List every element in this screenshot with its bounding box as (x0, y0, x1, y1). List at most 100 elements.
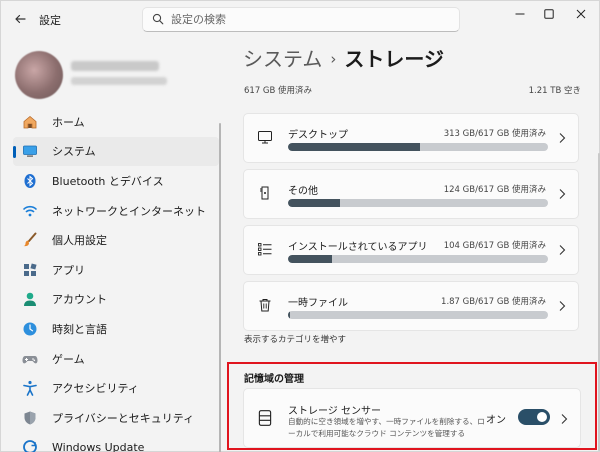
storage-category-list: デスクトップ 313 GB/617 GB 使用済み その他 124 GB/617… (243, 113, 579, 337)
chevron-right-icon (559, 301, 566, 311)
minimize-button[interactable] (507, 5, 533, 23)
search-icon (152, 13, 164, 25)
category-size: 124 GB/617 GB 使用済み (443, 185, 546, 195)
close-icon (576, 9, 586, 19)
category-size: 1.87 GB/617 GB 使用済み (441, 297, 546, 307)
chevron-right-icon (559, 189, 566, 199)
sidebar-item-accounts[interactable]: アカウント (13, 285, 219, 315)
sidebar-item-label: アプリ (52, 263, 85, 277)
time-language-icon (21, 320, 39, 338)
sidebar-item-bluetooth[interactable]: Bluetooth とデバイス (13, 166, 219, 196)
breadcrumb-separator: › (330, 50, 337, 68)
back-arrow-icon (15, 14, 26, 24)
search-box[interactable] (142, 7, 460, 32)
title-bar: 設定 (1, 1, 600, 37)
category-title: デスクトップ (288, 130, 348, 141)
chevron-right-icon (559, 245, 566, 255)
desktop-icon (256, 128, 274, 146)
sidebar-item-label: アカウント (52, 293, 107, 307)
user-profile[interactable] (13, 47, 223, 111)
back-button[interactable] (9, 9, 31, 29)
home-icon (21, 113, 39, 131)
chevron-right-icon (561, 414, 568, 424)
installed-apps-icon (256, 240, 274, 258)
windows-update-icon (21, 438, 39, 452)
category-title: インストールされているアプリ (288, 242, 428, 253)
search-input[interactable] (171, 11, 451, 28)
sidebar-nav: ホーム システム Bluetooth とデバイス ネットワークとインターネット … (13, 107, 219, 452)
accessibility-icon (21, 379, 39, 397)
sidebar-item-privacy-security[interactable]: プライバシーとセキュリティ (13, 403, 219, 433)
paintbrush-icon (21, 231, 39, 249)
storage-sense-toggle[interactable] (518, 409, 550, 425)
sidebar-item-network[interactable]: ネットワークとインターネット (13, 196, 219, 226)
category-usage-bar (288, 199, 548, 207)
show-more-categories-link[interactable]: 表示するカテゴリを増やす (244, 333, 346, 345)
storage-category-other[interactable]: その他 124 GB/617 GB 使用済み (243, 169, 579, 219)
sidebar-item-label: 個人用設定 (52, 234, 107, 248)
account-icon (21, 290, 39, 308)
category-usage-fill (288, 199, 341, 207)
category-size: 313 GB/617 GB 使用済み (443, 129, 546, 139)
sidebar-item-label: ネットワークとインターネット (52, 204, 206, 218)
category-usage-bar (288, 311, 548, 319)
system-monitor-icon (21, 142, 39, 160)
storage-category-desktop[interactable]: デスクトップ 313 GB/617 GB 使用済み (243, 113, 579, 163)
toggle-knob (537, 412, 547, 422)
sidebar: ホーム システム Bluetooth とデバイス ネットワークとインターネット … (1, 37, 227, 452)
close-button[interactable] (568, 5, 594, 23)
category-usage-fill (288, 311, 291, 319)
breadcrumb: システム › ストレージ (243, 43, 444, 72)
category-title: その他 (288, 186, 318, 197)
category-usage-bar (288, 143, 548, 151)
sidebar-item-label: システム (52, 145, 96, 159)
shield-icon (21, 409, 39, 427)
storage-free-capacity: 1.21 TB 空き (528, 86, 581, 96)
storage-category-installed-apps[interactable]: インストールされているアプリ 104 GB/617 GB 使用済み (243, 225, 579, 275)
bluetooth-icon (21, 172, 39, 190)
category-usage-fill (288, 255, 332, 263)
settings-window: 設定 ホーム (0, 0, 600, 452)
wifi-icon (21, 202, 39, 220)
storage-management-section: 記憶域の管理 ストレージ センサー 自動的に空き領域を増やす、一時ファイルを削除… (227, 362, 597, 450)
category-usage-bar (288, 255, 548, 263)
sidebar-item-label: アクセシビリティ (52, 382, 139, 396)
apps-icon (21, 261, 39, 279)
storage-sense-description: 自動的に空き領域を増やす、一時ファイルを削除する、ローカルで利用可能なクラウド … (288, 417, 485, 438)
storage-drive-icon (258, 410, 272, 426)
sidebar-item-home[interactable]: ホーム (13, 107, 219, 137)
chevron-right-icon (559, 133, 566, 143)
sidebar-item-label: 時刻と言語 (52, 322, 107, 336)
gamepad-icon (21, 350, 39, 368)
category-size: 104 GB/617 GB 使用済み (443, 241, 546, 251)
category-title: 一時ファイル (288, 298, 348, 309)
profile-name-blurred (71, 61, 159, 71)
sidebar-item-time-language[interactable]: 時刻と言語 (13, 314, 219, 344)
sidebar-item-label: Bluetooth とデバイス (52, 174, 164, 188)
sidebar-item-label: ホーム (52, 115, 85, 129)
maximize-icon (544, 9, 554, 19)
other-files-icon (256, 184, 274, 202)
sidebar-item-label: プライバシーとセキュリティ (52, 411, 195, 425)
sidebar-item-label: Windows Update (52, 440, 145, 452)
sidebar-item-accessibility[interactable]: アクセシビリティ (13, 373, 219, 403)
selection-indicator (13, 145, 16, 158)
sidebar-item-windows-update[interactable]: Windows Update (13, 433, 219, 452)
sidebar-item-label: ゲーム (52, 352, 85, 366)
avatar (15, 51, 63, 99)
main-content: システム › ストレージ 617 GB 使用済み 1.21 TB 空き デスクトップ… (227, 37, 600, 452)
sidebar-item-gaming[interactable]: ゲーム (13, 344, 219, 374)
storage-sense-card[interactable]: ストレージ センサー 自動的に空き領域を増やす、一時ファイルを削除する、ローカル… (243, 388, 581, 448)
storage-used-total: 617 GB 使用済み (244, 86, 313, 96)
storage-sense-title: ストレージ センサー (288, 406, 381, 417)
sidebar-item-apps[interactable]: アプリ (13, 255, 219, 285)
storage-category-temporary-files[interactable]: 一時ファイル 1.87 GB/617 GB 使用済み (243, 281, 579, 331)
sidebar-item-personalization[interactable]: 個人用設定 (13, 225, 219, 255)
sidebar-scrollbar[interactable] (219, 123, 221, 452)
toggle-state-label: オン (486, 415, 506, 426)
breadcrumb-parent-link[interactable]: システム (243, 47, 322, 71)
app-title: 設定 (39, 14, 61, 27)
sidebar-item-system[interactable]: システム (13, 136, 219, 167)
page-title: ストレージ (344, 47, 445, 71)
maximize-button[interactable] (536, 5, 562, 23)
